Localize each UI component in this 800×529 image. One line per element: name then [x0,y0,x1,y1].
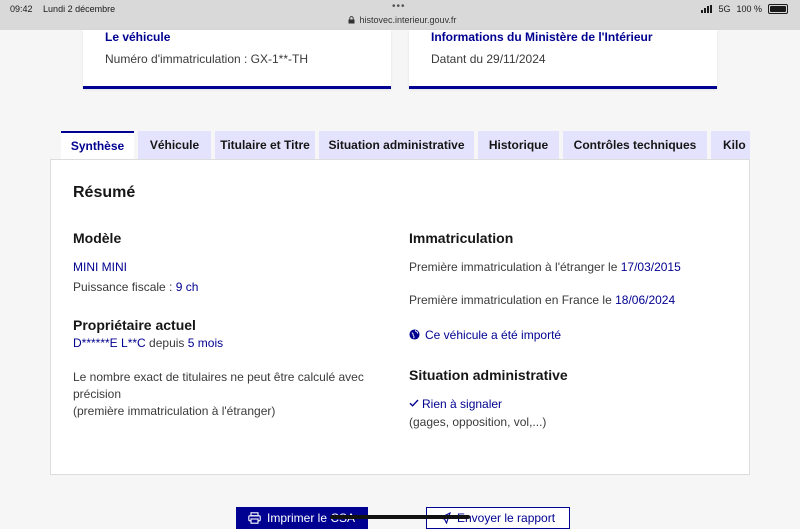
fiscal-power-label: Puissance fiscale : [73,280,173,294]
check-icon [409,399,419,407]
status-right: 5G 100 % [701,4,788,14]
owner-name: D******E L**C [73,336,146,350]
owner-note-line2: précision [73,387,122,401]
owner-heading: Propriétaire actuel [73,317,196,333]
status-left: 09:42 Lundi 2 décembre [10,4,123,14]
tab-bar: Synthèse Véhicule Titulaire et Titre Sit… [61,131,750,159]
url-text: histovec.interieur.gouv.fr [359,15,457,25]
foreign-registration: Première immatriculation à l'étranger le… [409,260,681,274]
owner-note-line3: (première immatriculation à l'étranger) [73,404,276,418]
ministry-card-title: Informations du Ministère de l'Intérieur [431,30,653,44]
tab-controles[interactable]: Contrôles techniques [563,131,707,159]
multitask-dots-icon[interactable]: ••• [392,1,406,12]
ios-status-bar: 09:42 Lundi 2 décembre ••• histovec.inte… [0,0,800,30]
owner-line: D******E L**C depuis 5 mois [73,336,223,350]
status-time: 09:42 [10,4,33,14]
battery-icon [768,4,788,14]
lock-icon [348,16,355,24]
network-type: 5G [718,4,731,14]
tab-situation[interactable]: Situation administrative [319,131,474,159]
owner-since-value: 5 mois [187,336,224,350]
globe-icon [409,329,420,340]
printer-icon [248,512,261,524]
foreign-registration-date: 17/03/2015 [620,260,681,274]
data-date: Datant du 29/11/2024 [431,52,546,66]
imported-link[interactable]: Ce véhicule a été importé [409,328,561,342]
address-bar[interactable]: histovec.interieur.gouv.fr [348,15,456,25]
imported-text: Ce véhicule a été importé [425,328,562,342]
admin-details: (gages, opposition, vol,...) [409,415,547,429]
battery-percent: 100 % [736,4,762,14]
summary-panel: Résumé Modèle MINI MINI Puissance fiscal… [50,159,750,475]
tab-vehicule[interactable]: Véhicule [138,131,211,159]
vehicle-card: Le véhicule Numéro d'immatriculation : G… [83,30,391,89]
tab-synthese[interactable]: Synthèse [61,131,134,159]
summary-title: Résumé [73,184,136,201]
registration-number: Numéro d'immatriculation : GX-1**-TH [105,52,309,66]
registration-heading: Immatriculation [409,230,514,246]
status-date: Lundi 2 décembre [43,4,116,14]
admin-status-text: Rien à signaler [422,397,503,411]
home-indicator[interactable] [330,515,470,519]
tab-historique[interactable]: Historique [478,131,559,159]
admin-heading: Situation administrative [409,367,568,383]
model-name: MINI MINI [73,260,127,274]
foreign-registration-label: Première immatriculation à l'étranger le [409,260,618,274]
model-heading: Modèle [73,230,122,246]
owner-since-label: depuis [149,336,185,350]
signal-icon [701,5,713,13]
send-report-label: Envoyer le rapport [457,511,556,525]
france-registration: Première immatriculation en France le 18… [409,293,675,307]
tab-titulaire[interactable]: Titulaire et Titre [215,131,315,159]
vehicle-card-title: Le véhicule [105,30,171,44]
fiscal-power: Puissance fiscale : 9 ch [73,280,198,294]
owner-note-line1: Le nombre exact de titulaires ne peut êt… [73,370,364,384]
tab-kilometrage[interactable]: Kilo [711,131,750,159]
france-registration-date: 18/06/2024 [615,293,676,307]
admin-status: Rien à signaler [409,397,502,411]
ministry-card: Informations du Ministère de l'Intérieur… [409,30,717,89]
fiscal-power-value: 9 ch [175,280,199,294]
france-registration-label: Première immatriculation en France le [409,293,612,307]
